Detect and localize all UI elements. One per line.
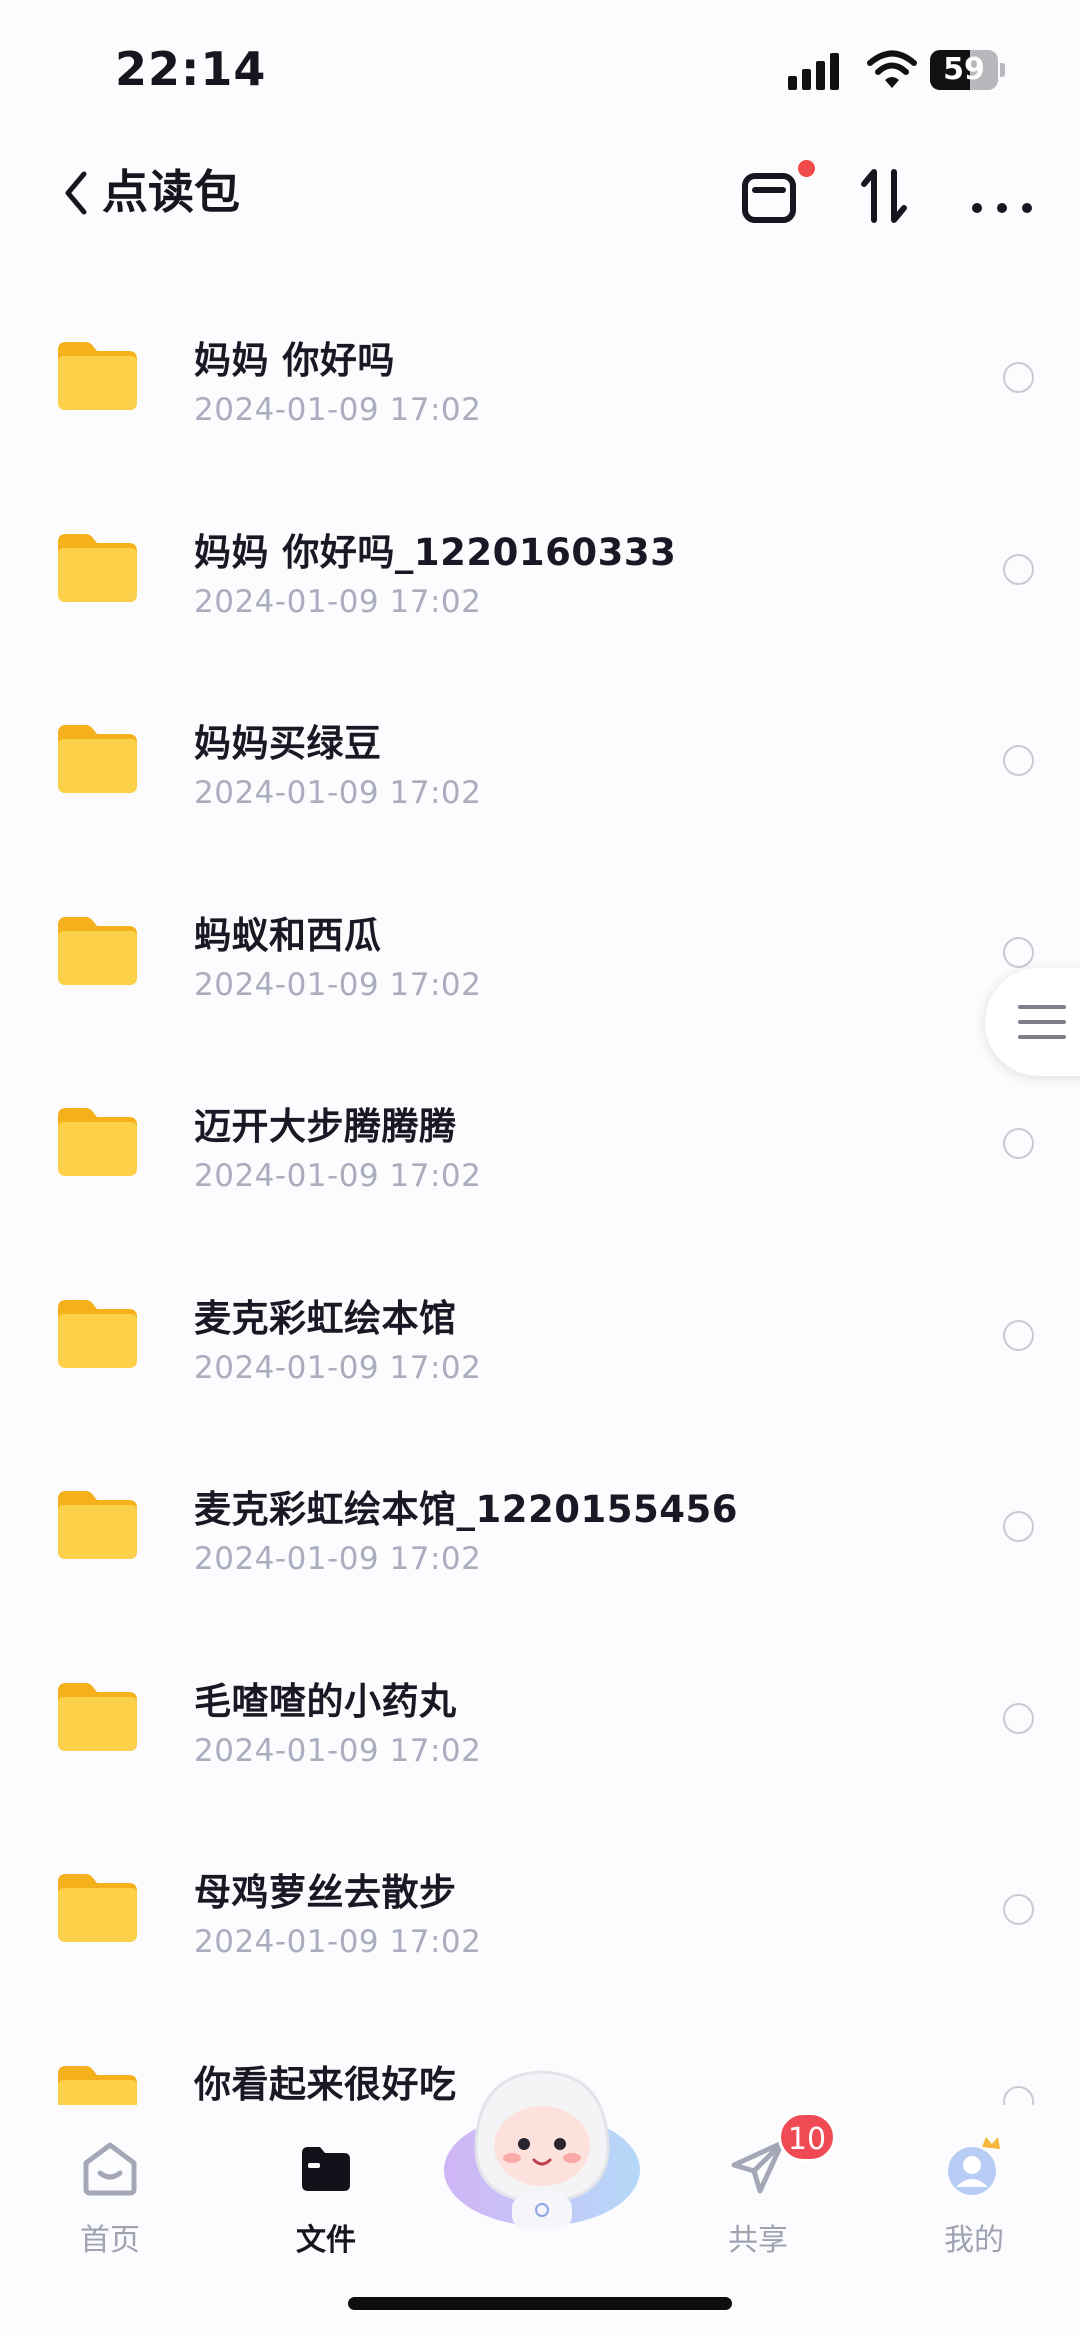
folder-icon: [58, 533, 137, 602]
file-date: 2024-01-09 17:02: [194, 1349, 482, 1386]
file-name: 你看起来很好吃: [194, 2062, 457, 2106]
share-count-badge: 10: [778, 2112, 836, 2162]
file-date: 2024-01-09 17:02: [194, 583, 482, 620]
tab-mine[interactable]: 我的: [904, 2125, 1044, 2275]
folder-icon: [58, 725, 137, 793]
file-date: 2024-01-09 17:02: [194, 1158, 482, 1194]
folder-icon: [58, 1108, 137, 1176]
tab-files-label: 文件: [296, 2223, 356, 2258]
file-row[interactable]: 蚂蚁和西瓜 2024-01-09 17:02: [0, 855, 1080, 1046]
file-name: 妈妈买绿豆: [194, 722, 382, 765]
battery-percent: 59: [943, 52, 985, 87]
select-radio[interactable]: [1003, 936, 1034, 968]
select-radio[interactable]: [1003, 553, 1034, 585]
file-date: 2024-01-09 17:02: [194, 392, 482, 428]
file-date: 2024-01-09 17:02: [194, 1541, 482, 1577]
folder-icon: [58, 1299, 137, 1368]
file-date: 2024-01-09 17:02: [194, 775, 482, 811]
notification-dot: [798, 160, 815, 177]
select-radio[interactable]: [1003, 1319, 1034, 1351]
file-name: 麦克彩虹绘本馆_1220155456: [194, 1488, 738, 1531]
file-date: 2024-01-09 17:02: [194, 1732, 482, 1769]
menu-line-icon: [1018, 1035, 1066, 1039]
file-date: 2024-01-09 17:02: [194, 966, 482, 1003]
file-name: 蚂蚁和西瓜: [194, 913, 382, 957]
menu-line-icon: [1018, 1005, 1066, 1009]
tab-files[interactable]: 文件: [256, 2125, 396, 2275]
home-indicator: [348, 2297, 732, 2310]
battery-indicator: 59: [930, 50, 1006, 92]
file-name: 麦克彩虹绘本馆: [194, 1296, 457, 1340]
folder-icon: [58, 1491, 137, 1559]
nav-header: 点读包: [0, 140, 1080, 250]
folder-icon: [58, 916, 137, 985]
file-row[interactable]: 迈开大步腾腾腾 2024-01-09 17:02: [0, 1046, 1080, 1237]
sort-icon[interactable]: [850, 160, 922, 232]
file-row[interactable]: 毛喳喳的小药丸 2024-01-09 17:02: [0, 1621, 1080, 1812]
more-icon[interactable]: [966, 160, 1038, 232]
cart-box-icon[interactable]: [735, 160, 807, 232]
file-row[interactable]: 母鸡萝丝去散步 2024-01-09 17:02: [0, 1812, 1080, 2003]
tab-home[interactable]: 首页: [40, 2125, 180, 2275]
file-list: 妈妈 你好吗 2024-01-09 17:02 妈妈 你好吗_1220160333 2…: [0, 280, 1080, 2110]
folder-icon: [58, 1682, 137, 1751]
back-chevron-icon[interactable]: [58, 166, 94, 220]
wifi-icon: [867, 50, 917, 88]
menu-line-icon: [1018, 1020, 1066, 1024]
file-name: 母鸡萝丝去散步: [194, 1871, 457, 1914]
cellular-signal-icon: [788, 53, 839, 90]
folder-icon: [58, 342, 137, 410]
mascot-assistant-icon[interactable]: [442, 2060, 642, 2230]
tab-share-label: 共享: [728, 2223, 788, 2258]
home-icon: [83, 2142, 137, 2196]
status-bar: 22:14 59: [0, 0, 1080, 130]
select-radio[interactable]: [1003, 1128, 1034, 1159]
folder-icon: [58, 2065, 137, 2110]
tab-home-label: 首页: [80, 2223, 140, 2258]
page-title: 点读包: [102, 165, 240, 219]
file-row[interactable]: 妈妈 你好吗_1220160333 2024-01-09 17:02: [0, 472, 1080, 663]
select-radio[interactable]: [1003, 1894, 1034, 1925]
folder-icon: [58, 1874, 137, 1942]
status-time: 22:14: [115, 42, 267, 96]
file-name: 妈妈 你好吗_1220160333: [194, 530, 677, 574]
file-row[interactable]: 妈妈买绿豆 2024-01-09 17:02: [0, 663, 1080, 854]
file-name: 妈妈 你好吗: [194, 339, 395, 382]
files-folder-icon: [302, 2147, 350, 2191]
tab-mine-label: 我的: [944, 2223, 1004, 2258]
file-name: 迈开大步腾腾腾: [194, 1105, 457, 1148]
file-date: 2024-01-09 17:02: [194, 1924, 482, 1960]
file-row[interactable]: 麦克彩虹绘本馆_1220155456 2024-01-09 17:02: [0, 1429, 1080, 1620]
select-radio[interactable]: [1003, 745, 1034, 776]
select-radio[interactable]: [1003, 1702, 1034, 1734]
select-radio[interactable]: [1003, 362, 1034, 393]
avatar-crown-icon: [948, 2137, 1000, 2195]
file-row[interactable]: 麦克彩虹绘本馆 2024-01-09 17:02: [0, 1238, 1080, 1429]
select-radio[interactable]: [1003, 1511, 1034, 1542]
file-row[interactable]: 妈妈 你好吗 2024-01-09 17:02: [0, 280, 1080, 471]
file-name: 毛喳喳的小药丸: [194, 1679, 457, 1723]
